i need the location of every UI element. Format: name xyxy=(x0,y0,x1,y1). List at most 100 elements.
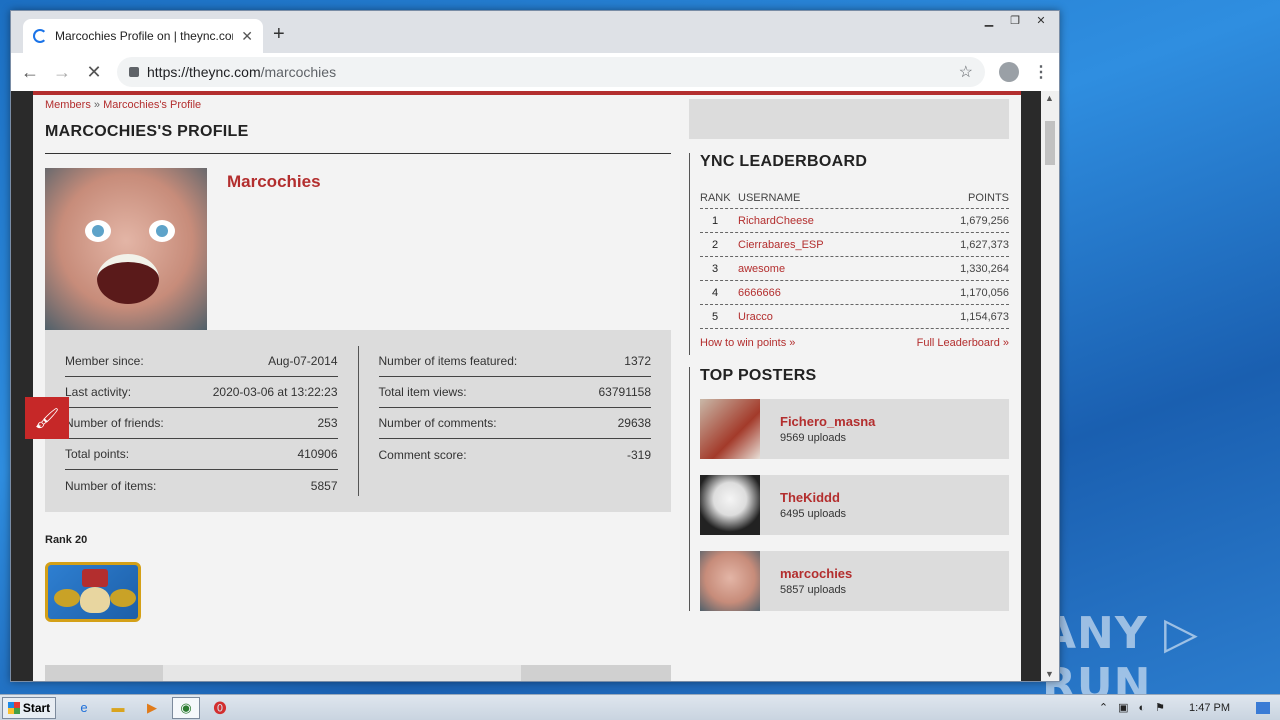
stat-value: -319 xyxy=(626,447,651,462)
how-to-win-link[interactable]: How to win points » xyxy=(700,337,795,349)
page-top-accent xyxy=(33,91,1021,95)
poster-uploads: 5857 uploads xyxy=(780,584,847,596)
full-leaderboard-link[interactable]: Full Leaderboard » xyxy=(917,337,1009,349)
lb-rank: 1 xyxy=(711,214,719,227)
scroll-up-icon[interactable]: ▲ xyxy=(1045,93,1054,103)
stat-row: Total points: 410906 xyxy=(65,439,338,470)
lb-rank: 4 xyxy=(711,286,719,299)
warning-app-icon[interactable]: ⓿ xyxy=(206,697,234,719)
menu-dots-icon[interactable]: ⋮ xyxy=(1033,62,1049,82)
stat-value: Aug-07-2014 xyxy=(268,354,338,368)
top-posters-title: TOP POSTERS xyxy=(700,367,817,384)
stat-value: 29638 xyxy=(617,416,651,430)
stat-label: Number of comments: xyxy=(378,416,497,430)
page-title: MARCOCHIES'S PROFILE xyxy=(45,123,671,154)
clock[interactable]: 1:47 PM xyxy=(1189,702,1230,714)
badge-wing-left xyxy=(54,589,80,607)
vertical-scrollbar[interactable]: ▲ ▼ xyxy=(1041,91,1059,681)
start-button[interactable]: Start xyxy=(2,696,56,719)
browser-window: ▁ ❐ ✕ Marcochies Profile on | theync.com… xyxy=(10,10,1060,682)
page-viewport: Members » Marcochies's Profile MARCOCHIE… xyxy=(11,91,1059,681)
breadcrumb-members-link[interactable]: Members xyxy=(45,99,91,111)
poster-item[interactable]: TheKiddd 6495 uploads xyxy=(700,475,1009,535)
leaderboard-row: 3 awesome 1,330,264 xyxy=(700,257,1009,281)
poster-thumbnail[interactable] xyxy=(700,399,760,459)
stat-label: Comment score: xyxy=(378,447,467,462)
tab-close-icon[interactable]: ✕ xyxy=(241,28,253,45)
leaderboard-row: 4 6666666 1,170,056 xyxy=(700,281,1009,305)
tab-title: Marcochies Profile on | theync.com xyxy=(55,29,234,43)
poster-thumbnail[interactable] xyxy=(700,475,760,535)
lb-username-link[interactable]: 6666666 xyxy=(738,287,929,299)
profile-photo[interactable] xyxy=(45,168,207,330)
stop-loading-icon[interactable]: ✕ xyxy=(85,62,103,83)
stat-label: Number of friends: xyxy=(65,416,164,430)
system-tray: ⌃ ▣ ◐ ⚑ 1:47 PM xyxy=(1099,701,1280,714)
paint-brush-icon[interactable]: 🖌 xyxy=(25,397,69,439)
url-host: https://theync.com xyxy=(147,64,261,80)
network-icon[interactable]: ▣ xyxy=(1118,701,1128,714)
bookmark-star-icon[interactable]: ☆ xyxy=(959,62,973,82)
new-tab-icon[interactable]: + xyxy=(273,23,285,46)
scroll-down-icon[interactable]: ▼ xyxy=(1045,669,1054,679)
breadcrumb: Members » Marcochies's Profile xyxy=(45,99,671,111)
poster-name-link[interactable]: marcochies xyxy=(780,566,852,581)
lock-icon xyxy=(129,67,139,77)
poster-item[interactable]: marcochies 5857 uploads xyxy=(700,551,1009,611)
badge-skull xyxy=(80,587,110,613)
ie-icon[interactable]: e xyxy=(70,697,98,719)
forward-icon[interactable]: → xyxy=(53,62,71,83)
folder-icon[interactable]: ▬ xyxy=(104,697,132,719)
badge-hat xyxy=(82,569,108,587)
stat-row: Comment score: -319 xyxy=(379,439,652,470)
stat-value: 2020-03-06 at 13:22:23 xyxy=(212,385,338,399)
breadcrumb-profile-link[interactable]: Marcochies's Profile xyxy=(103,99,201,111)
lb-username-link[interactable]: RichardCheese xyxy=(738,215,929,227)
poster-item[interactable]: Fichero_masna 9569 uploads xyxy=(700,399,1009,459)
poster-name-link[interactable]: TheKiddd xyxy=(780,490,846,505)
poster-info: TheKiddd 6495 uploads xyxy=(780,490,846,520)
leaderboard-header: RANK USERNAME POINTS xyxy=(700,187,1009,209)
photo-eye-right xyxy=(149,220,175,242)
show-desktop-icon[interactable] xyxy=(1256,701,1270,714)
breadcrumb-separator: » xyxy=(93,99,101,111)
web-page: Members » Marcochies's Profile MARCOCHIE… xyxy=(25,91,1021,681)
sidebar-column: YNC LEADERBOARD RANK USERNAME POINTS 1 Ri… xyxy=(689,99,1009,611)
start-label: Start xyxy=(22,700,51,715)
rank-label: Rank 20 xyxy=(45,534,88,546)
poster-name-link[interactable]: Fichero_masna xyxy=(780,414,875,429)
lb-rank: 2 xyxy=(711,238,719,251)
leaderboard-row: 1 RichardCheese 1,679,256 xyxy=(700,209,1009,233)
tray-expand-icon[interactable]: ⌃ xyxy=(1099,701,1108,714)
lb-username-link[interactable]: Cierrabares_ESP xyxy=(738,239,929,251)
profile-column: Members » Marcochies's Profile MARCOCHIE… xyxy=(45,99,671,622)
taskbar: Start e ▬ ▶ ◉ ⓿ ⌃ ▣ ◐ ⚑ 1:47 PM xyxy=(0,694,1280,720)
lb-points: 1,679,256 xyxy=(960,214,1009,227)
stat-label: Member since: xyxy=(65,354,144,368)
back-icon[interactable]: ← xyxy=(21,62,39,83)
stat-row: Number of items featured: 1372 xyxy=(378,346,651,377)
poster-thumbnail[interactable] xyxy=(700,551,760,611)
profile-stats: Member since: Aug-07-2014 Last activity: 2… xyxy=(45,330,671,512)
profile-username[interactable]: Marcochies xyxy=(227,172,321,330)
col-username-header: USERNAME xyxy=(738,191,801,204)
stat-row: Total item views: 63791158 xyxy=(378,377,651,408)
lb-username-link[interactable]: awesome xyxy=(738,263,929,275)
volume-icon[interactable]: ◐ xyxy=(1139,702,1146,714)
media-player-icon[interactable]: ▶ xyxy=(138,697,166,719)
flag-notification-icon[interactable]: ⚑ xyxy=(1155,701,1165,714)
loading-spinner-icon xyxy=(33,29,47,43)
chrome-icon[interactable]: ◉ xyxy=(172,696,200,719)
lb-username-link[interactable]: Uracco xyxy=(738,311,929,323)
stat-row: Number of comments: 29638 xyxy=(378,408,651,439)
tab-profile[interactable]: Marcochies Profile on | theync.com ✕ xyxy=(23,19,263,53)
lb-rank: 5 xyxy=(711,310,719,323)
content-tab-segment[interactable] xyxy=(163,665,521,681)
scrollbar-thumb[interactable] xyxy=(1045,121,1055,165)
leaderboard-panel: YNC LEADERBOARD RANK USERNAME POINTS 1 Ri… xyxy=(689,153,1009,355)
profile-avatar-icon[interactable] xyxy=(999,62,1019,82)
lb-points: 1,627,373 xyxy=(960,238,1009,251)
badge-wing-right xyxy=(110,589,136,607)
profile-header: Marcochies xyxy=(45,168,671,330)
address-bar[interactable]: https://theync.com/marcochies ☆ xyxy=(117,57,985,87)
